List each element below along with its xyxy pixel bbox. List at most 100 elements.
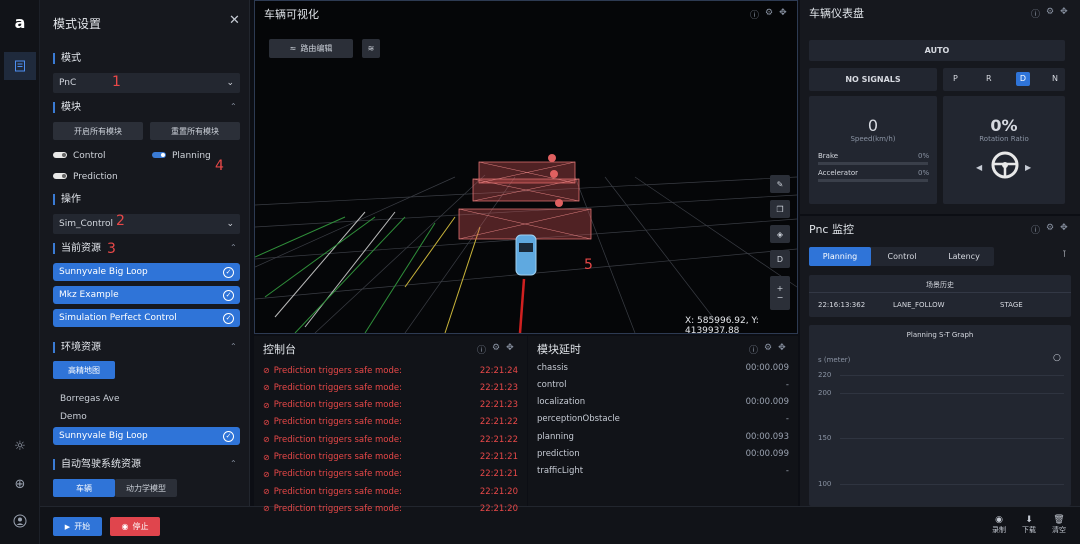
filter-icon[interactable]: ⊺ — [1062, 250, 1067, 260]
chevron-up-icon[interactable]: ⌃ — [230, 342, 237, 351]
copy-view-button[interactable]: ❐ — [770, 200, 790, 218]
operation-select[interactable]: Sim_Control ⌄ — [53, 214, 240, 234]
drag-icon[interactable]: ✥ — [1060, 7, 1068, 20]
module-name: control — [537, 379, 567, 390]
control-toggle-label: Control — [73, 151, 106, 161]
close-icon[interactable]: ✕ — [229, 13, 240, 28]
annotation-number: 1 — [112, 74, 121, 90]
resource-item[interactable]: Sunnyvale Big Loop ✓ — [53, 263, 240, 281]
prediction-toggle[interactable] — [53, 173, 67, 179]
gear-icon[interactable]: ⚙ — [764, 343, 772, 356]
drag-icon[interactable]: ✥ — [1060, 223, 1068, 236]
zoom-out-icon[interactable]: − — [777, 293, 784, 302]
latency-row: chassis 00:00.009 — [537, 359, 789, 376]
console-row: ⊘ Prediction triggers safe mode: 22:21:20 — [263, 483, 518, 500]
record-icon: ◉ — [995, 515, 1003, 525]
view-3d-button[interactable]: ◈ — [770, 225, 790, 243]
gear-icon[interactable]: ⚙ — [492, 343, 500, 356]
latency-row: perceptionObstacle - — [537, 411, 789, 428]
reset-all-modules-button[interactable]: 重置所有模块 — [150, 122, 240, 140]
accel-bar — [818, 179, 928, 182]
y-tick: 100 — [818, 480, 832, 488]
help-icon[interactable]: ⓘ — [750, 8, 759, 21]
dynamics-model-tab[interactable]: 动力学模型 — [115, 479, 177, 497]
copy-icon: ❐ — [776, 204, 784, 214]
resource-label: Mkz Example — [59, 290, 119, 300]
divider — [809, 292, 1071, 293]
map-item-selected[interactable]: Sunnyvale Big Loop ✓ — [53, 427, 240, 445]
zoom-control[interactable]: + − — [770, 276, 790, 310]
speed-value: 0 — [867, 116, 879, 135]
brake-bar — [818, 162, 928, 165]
gear-d-active: D — [1016, 72, 1030, 86]
vehicle-dashboard-panel: 车辆仪表盘 ⓘ ⚙ ✥ AUTO NO SIGNALS P R D N 0 Spee… — [800, 0, 1080, 214]
check-icon: ✓ — [223, 289, 234, 301]
error-icon: ⊘ — [263, 400, 270, 410]
vehicle-tab[interactable]: 车辆 — [53, 479, 115, 497]
resource-label: Sunnyvale Big Loop — [59, 267, 148, 277]
sun-icon[interactable]: ☼ — [8, 434, 32, 458]
history-time: 22:16:13:362 — [818, 301, 866, 309]
refresh-icon[interactable]: ○ — [1053, 353, 1061, 363]
chevron-up-icon[interactable]: ⌃ — [230, 102, 237, 111]
record-button[interactable]: ◉ 录制 — [987, 515, 1011, 535]
mode-value: PnC — [59, 78, 77, 88]
help-icon[interactable]: ⓘ — [749, 343, 758, 356]
drag-icon[interactable]: ✥ — [779, 8, 787, 21]
mode-select[interactable]: PnC ⌄ — [53, 73, 240, 93]
view-mode-button[interactable]: D — [770, 250, 790, 268]
st-graph-card: Planning S-T Graph s (meter) ○ 220 200 1… — [809, 325, 1071, 506]
stop-button[interactable]: ◉ 停止 — [110, 517, 160, 536]
user-icon[interactable] — [8, 509, 32, 533]
grid-line — [840, 393, 1064, 394]
tab-control[interactable]: Control — [871, 247, 933, 266]
panel-header-icons: ⓘ ⚙ ✥ — [749, 343, 786, 356]
clear-button[interactable]: 🗑 清空 — [1047, 515, 1071, 535]
error-icon: ⊘ — [263, 504, 270, 514]
module-name: planning — [537, 431, 574, 442]
console-time: 22:21:20 — [479, 503, 518, 514]
panel-header-icons: ⓘ ⚙ ✥ — [1031, 7, 1068, 20]
zoom-in-icon[interactable]: + — [777, 284, 784, 293]
crosshair-icon[interactable]: ⊕ — [8, 472, 32, 496]
download-button[interactable]: ⬇ 下载 — [1017, 515, 1041, 535]
drag-icon[interactable]: ✥ — [778, 343, 786, 356]
route-edit-button[interactable]: ≈ 路由编辑 — [269, 39, 353, 58]
y-tick: 150 — [818, 434, 832, 442]
chevron-up-icon[interactable]: ⌃ — [230, 243, 237, 252]
control-toggle[interactable] — [53, 152, 67, 158]
map-item[interactable]: Demo — [60, 412, 87, 422]
module-latency: - — [785, 466, 789, 477]
gear-icon[interactable]: ⚙ — [765, 8, 773, 21]
chevron-down-icon: ⌄ — [226, 78, 234, 88]
help-icon[interactable]: ⓘ — [1031, 223, 1040, 236]
resource-item[interactable]: Simulation Perfect Control ✓ — [53, 309, 240, 327]
console-time: 22:21:22 — [479, 434, 518, 445]
chevron-up-icon[interactable]: ⌃ — [230, 459, 237, 468]
start-button[interactable]: ▶ 开始 — [53, 517, 102, 536]
help-icon[interactable]: ⓘ — [1031, 7, 1040, 20]
hd-map-tab[interactable]: 高精地图 — [53, 361, 115, 379]
annotation-number: 4 — [215, 158, 224, 174]
console-time: 22:21:21 — [479, 469, 518, 480]
record-label: 录制 — [992, 526, 1006, 534]
stop-icon: ◉ — [121, 522, 129, 531]
drag-icon[interactable]: ✥ — [506, 343, 514, 356]
help-icon[interactable]: ⓘ — [477, 343, 486, 356]
ruler-button[interactable]: ✎ — [770, 175, 790, 193]
layers-button[interactable]: ≋ — [362, 39, 380, 58]
scene-canvas[interactable] — [255, 27, 797, 333]
resource-item[interactable]: Mkz Example ✓ — [53, 286, 240, 304]
panel-icon[interactable] — [4, 52, 36, 80]
console-row: ⊘ Prediction triggers safe mode: 22:21:21 — [263, 466, 518, 483]
gear-icon[interactable]: ⚙ — [1046, 223, 1054, 236]
map-item[interactable]: Borregas Ave — [60, 394, 120, 404]
tab-planning[interactable]: Planning — [809, 247, 871, 266]
module-latency: 00:00.099 — [745, 449, 789, 459]
planning-toggle[interactable] — [152, 152, 166, 158]
gear-icon[interactable]: ⚙ — [1046, 7, 1054, 20]
tab-latency[interactable]: Latency — [933, 247, 995, 266]
operation-section-label: 操作 — [53, 194, 81, 205]
console-time: 22:21:24 — [479, 365, 518, 376]
open-all-modules-button[interactable]: 开启所有模块 — [53, 122, 143, 140]
